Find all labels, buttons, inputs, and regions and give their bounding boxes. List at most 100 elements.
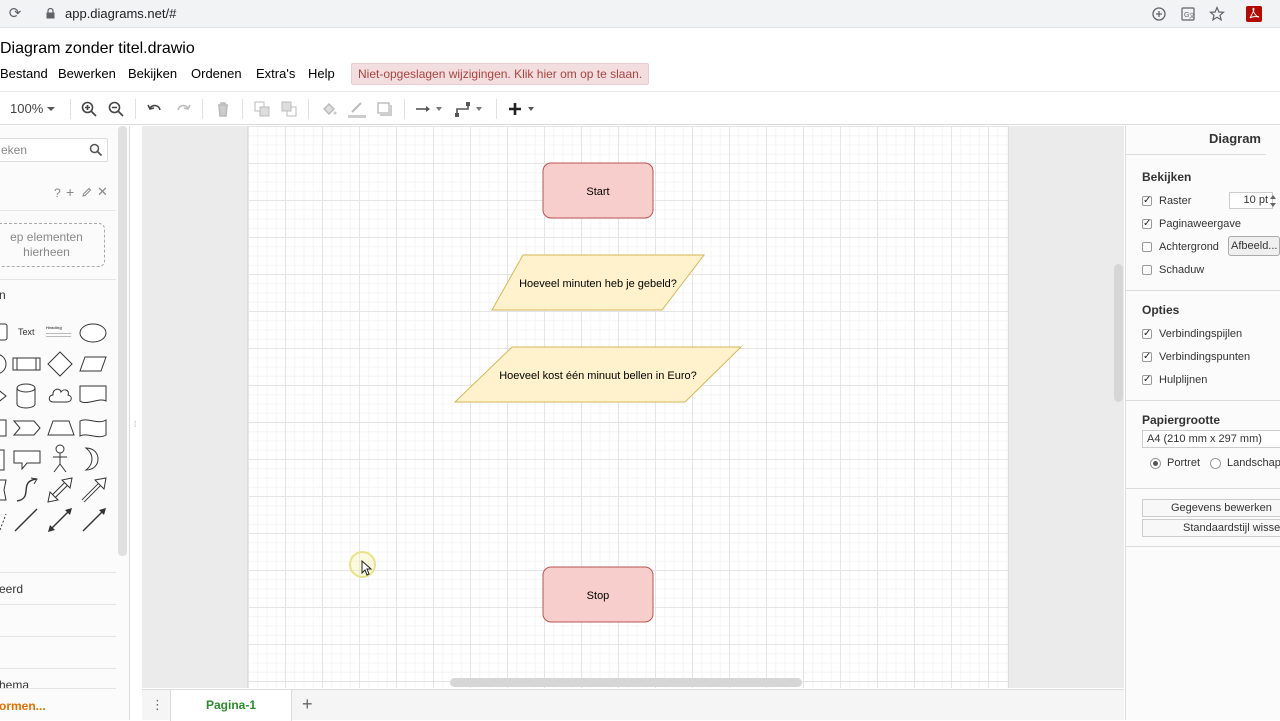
shape-text[interactable]: Text [18, 327, 35, 337]
stop-node[interactable]: Stop [542, 566, 654, 623]
undo-icon[interactable] [146, 100, 164, 118]
add-page-icon[interactable]: + [302, 694, 313, 715]
grid-size-input[interactable]: 10 pt [1229, 192, 1273, 209]
shape-tape[interactable] [78, 416, 108, 440]
help-icon[interactable]: ? [54, 186, 61, 200]
diagram-page[interactable]: Start Hoeveel minuten heb je gebeld? Hoe… [247, 126, 1009, 688]
menu-extras[interactable]: Extra's [256, 66, 295, 81]
grid-option[interactable]: ✓ Raster 10 pt [1142, 192, 1280, 210]
shape-bidirectional-arrow[interactable] [46, 476, 74, 504]
edit-data-button[interactable]: Gegevens bewerken [1142, 499, 1280, 517]
shape-line[interactable] [12, 506, 40, 534]
general-section-label[interactable]: n [0, 288, 6, 302]
shape-dashed-line[interactable] [0, 508, 8, 532]
shape-curve[interactable] [14, 476, 40, 504]
close-icon[interactable]: ✕ [97, 184, 108, 200]
diagram-canvas[interactable]: Start Hoeveel minuten heb je gebeld? Hoe… [142, 126, 1124, 688]
landscape-radio[interactable] [1210, 458, 1221, 469]
background-image-button[interactable]: Afbeeld... [1228, 236, 1280, 256]
grid-checkbox[interactable]: ✓ [1142, 196, 1152, 206]
unsaved-changes-notice[interactable]: Niet-opgeslagen wijzigingen. Klik hier o… [351, 63, 650, 85]
shape-actor[interactable] [50, 444, 70, 474]
menu-view[interactable]: Bekijken [128, 66, 177, 81]
zoom-out-icon[interactable] [107, 100, 125, 118]
line-color-icon[interactable] [347, 100, 367, 118]
zoom-level[interactable]: 100% [10, 101, 43, 119]
zoom-dropdown-icon[interactable] [46, 105, 56, 113]
shape-square[interactable] [0, 352, 8, 376]
shape-rectangle[interactable] [0, 320, 8, 344]
start-node[interactable]: Start [542, 162, 654, 219]
shape-directional-connector[interactable] [80, 506, 108, 534]
shape-search-box[interactable] [0, 138, 108, 162]
shape-ellipse[interactable] [78, 322, 108, 344]
insert-plus-icon[interactable] [506, 100, 538, 118]
shape-parallelogram[interactable] [78, 354, 108, 374]
address-bar-url[interactable]: app.diagrams.net/# [65, 6, 176, 21]
document-title[interactable]: Diagram zonder titel.drawio [0, 40, 195, 58]
background-checkbox[interactable] [1142, 242, 1152, 252]
menu-help[interactable]: Help [308, 66, 335, 81]
grid-size-spinner-icon[interactable] [1268, 193, 1278, 209]
clear-default-style-button[interactable]: Standaardstijl wisse [1142, 519, 1280, 537]
shape-callout[interactable] [12, 448, 42, 472]
translate-icon[interactable]: G文 [1179, 5, 1197, 23]
background-option[interactable]: Achtergrond Afbeeld... [1142, 236, 1280, 256]
shape-document[interactable] [78, 384, 108, 406]
shape-and[interactable] [0, 478, 8, 502]
shape-cylinder[interactable] [14, 382, 38, 410]
waypoint-style-icon[interactable] [454, 100, 486, 118]
reload-icon[interactable]: ⟳ [6, 5, 24, 23]
section-bottom-label[interactable]: hema [0, 678, 29, 692]
connection-style-icon[interactable] [414, 100, 446, 118]
sidebar-scrollbar[interactable] [118, 126, 127, 556]
bookmark-star-icon[interactable] [1208, 5, 1226, 23]
search-icon[interactable] [89, 143, 103, 157]
fill-color-icon[interactable] [320, 100, 338, 118]
pages-menu-icon[interactable]: ⋮ [151, 697, 164, 713]
shape-step[interactable] [12, 418, 42, 438]
format-panel-title[interactable]: Diagram [1126, 131, 1266, 155]
shape-search-input[interactable] [1, 142, 85, 158]
sidebar-resize-handle[interactable]: ⁞ [134, 420, 138, 430]
section-misc-label[interactable]: eerd [0, 582, 23, 596]
shape-cloud[interactable] [46, 384, 74, 406]
connection-points-checkbox[interactable]: ✓ [1142, 352, 1152, 362]
pdf-extension-icon[interactable] [1245, 5, 1263, 23]
paper-size-select[interactable]: A4 (210 mm x 297 mm) [1142, 430, 1280, 448]
edit-icon[interactable] [81, 187, 92, 198]
shape-diamond[interactable] [46, 350, 74, 378]
shape-process[interactable] [12, 354, 42, 374]
canvas-horizontal-scrollbar[interactable] [450, 678, 802, 687]
shadow-checkbox[interactable] [1142, 265, 1152, 275]
zoom-in-icon[interactable] [80, 100, 98, 118]
to-back-icon[interactable] [280, 100, 298, 118]
canvas-vertical-scrollbar[interactable] [1114, 264, 1123, 402]
menu-file[interactable]: Bestand [0, 66, 48, 81]
shape-bidirectional-connector[interactable] [46, 506, 74, 534]
page-tab-active[interactable]: Pagina-1 [170, 690, 292, 721]
delete-icon[interactable] [214, 100, 232, 118]
shape-note[interactable] [0, 448, 8, 472]
add-icon[interactable]: + [66, 184, 74, 200]
portrait-radio[interactable] [1150, 458, 1161, 469]
more-shapes-link[interactable]: ormen... [0, 699, 46, 713]
input-price-node[interactable]: Hoeveel kost één minuut bellen in Euro? [453, 346, 743, 403]
guides-checkbox[interactable]: ✓ [1142, 375, 1152, 385]
add-circle-icon[interactable] [1150, 5, 1168, 23]
shape-or[interactable] [80, 446, 104, 472]
page-view-checkbox[interactable]: ✓ [1142, 219, 1152, 229]
menu-arrange[interactable]: Ordenen [191, 66, 242, 81]
shadow-icon[interactable] [376, 100, 394, 118]
shape-heading[interactable]: Heading [46, 325, 71, 339]
shape-internal-storage[interactable] [0, 416, 8, 440]
redo-icon[interactable] [174, 100, 192, 118]
menu-edit[interactable]: Bewerken [58, 66, 116, 81]
to-front-icon[interactable] [253, 100, 271, 118]
shape-trapezoid[interactable] [46, 418, 76, 438]
shape-arrow[interactable] [80, 476, 108, 504]
input-minutes-node[interactable]: Hoeveel minuten heb je gebeld? [491, 254, 706, 311]
shape-hexagon[interactable] [0, 384, 8, 408]
scratchpad-dropzone[interactable]: ep elementen hierheen [0, 223, 105, 267]
connection-arrows-checkbox[interactable]: ✓ [1142, 329, 1152, 339]
